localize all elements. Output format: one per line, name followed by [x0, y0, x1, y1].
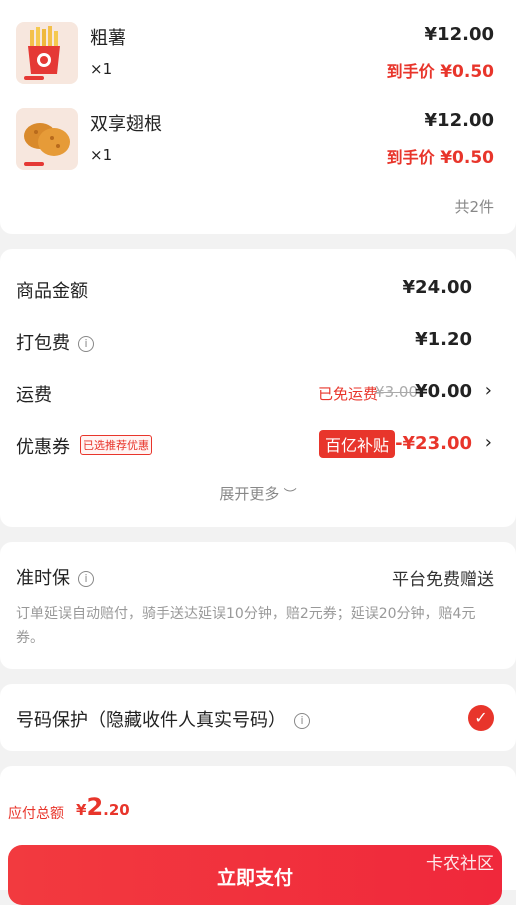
number-protection-card[interactable]: 号码保护（隐藏收件人真实号码） i ✓ [0, 684, 516, 751]
item-price: ¥12.00 [424, 24, 494, 45]
fries-icon [16, 22, 78, 84]
item-name: 双享翅根 [90, 114, 162, 135]
item-name: 粗薯 [90, 28, 126, 49]
chevron-right-icon[interactable]: › [485, 380, 492, 401]
coupon-label: 优惠券 [16, 437, 70, 458]
item-quantity: ×1 [90, 60, 113, 78]
coupon-recommended-tag: 已选推荐优惠 [80, 435, 152, 455]
total-currency: ¥ [76, 801, 87, 819]
subsidy-badge: 百亿补贴 [318, 430, 395, 458]
item-final-price: 到手价 ¥0.50 [387, 58, 494, 82]
info-icon[interactable]: i [78, 336, 94, 352]
final-price-label: 到手价 [386, 148, 435, 167]
chicken-wings-icon [16, 108, 78, 170]
goods-amount-row: 商品金额 ¥24.00 [16, 273, 500, 303]
ontime-title: 准时保 i [16, 564, 94, 590]
shipping-original-price: ¥3.00 [375, 383, 418, 401]
goods-amount-value: ¥24.00 [402, 277, 472, 298]
coupon-value: -¥23.00 [395, 433, 472, 454]
expand-more-label: 展开更多 [219, 485, 280, 503]
ontime-title-text: 准时保 [16, 568, 70, 589]
total-decimal: .20 [103, 801, 130, 819]
shipping-fee-label: 运费 [16, 385, 52, 406]
fee-summary-card: 商品金额 ¥24.00 打包费 i ¥1.20 运费 已免运费 ¥3.00 ¥0.… [0, 249, 516, 527]
coupon-row[interactable]: 优惠券 已选推荐优惠 百亿补贴 -¥23.00 › [16, 429, 500, 459]
packing-fee-row: 打包费 i ¥1.20 [16, 325, 500, 355]
watermark: 卡农社区 [426, 854, 494, 874]
checkout-footer: 应付总额 ¥2.20 立即支付 卡农社区 [0, 777, 516, 905]
total-amount: ¥2.20 [76, 793, 130, 821]
order-item[interactable]: 粗薯 ×1 ¥12.00 到手价 ¥0.50 [16, 22, 500, 86]
item-count: 共2件 [454, 198, 494, 216]
total-integer: 2 [86, 793, 104, 821]
ontime-guarantee-card: 准时保 i 平台免费赠送 订单延误自动赔付，骑手送达延误10分钟，赔2元券；延误2… [0, 542, 516, 669]
packing-fee-text: 打包费 [16, 333, 70, 354]
item-quantity: ×1 [90, 146, 113, 164]
info-icon[interactable]: i [294, 713, 310, 729]
shipping-free-label: 已免运费 [317, 385, 378, 403]
ontime-description: 订单延误自动赔付，骑手送达延误10分钟，赔2元券；延误20分钟，赔4元券。 [16, 606, 476, 646]
order-items-card: 粗薯 ×1 ¥12.00 到手价 ¥0.50 双享翅根 ×1 ¥12.00 到手… [0, 0, 516, 234]
final-price-value: ¥0.50 [440, 148, 494, 168]
goods-amount-label: 商品金额 [16, 281, 88, 302]
item-price: ¥12.00 [424, 110, 494, 131]
packing-fee-value: ¥1.20 [415, 329, 472, 350]
item-final-price: 到手价 ¥0.50 [387, 144, 494, 168]
final-price-value: ¥0.50 [440, 62, 494, 82]
shipping-fee-value: ¥0.00 [415, 381, 472, 402]
ontime-free-gift: 平台免费赠送 [392, 570, 494, 590]
final-price-label: 到手价 [386, 62, 435, 81]
expand-more-button[interactable]: 展开更多 ︶ [0, 483, 516, 504]
chevron-right-icon[interactable]: › [485, 432, 492, 453]
shipping-fee-row[interactable]: 运费 已免运费 ¥3.00 ¥0.00 › [16, 377, 500, 407]
number-protection-text: 号码保护（隐藏收件人真实号码） [16, 710, 286, 731]
packing-fee-label: 打包费 i [16, 329, 94, 355]
chevron-down-icon: ︶ [279, 488, 297, 503]
info-icon[interactable]: i [78, 571, 94, 587]
checkmark-icon[interactable]: ✓ [468, 705, 494, 731]
total-label: 应付总额 [8, 806, 64, 822]
order-item[interactable]: 双享翅根 ×1 ¥12.00 到手价 ¥0.50 [16, 108, 500, 172]
number-protection-label: 号码保护（隐藏收件人真实号码） i [16, 706, 310, 732]
